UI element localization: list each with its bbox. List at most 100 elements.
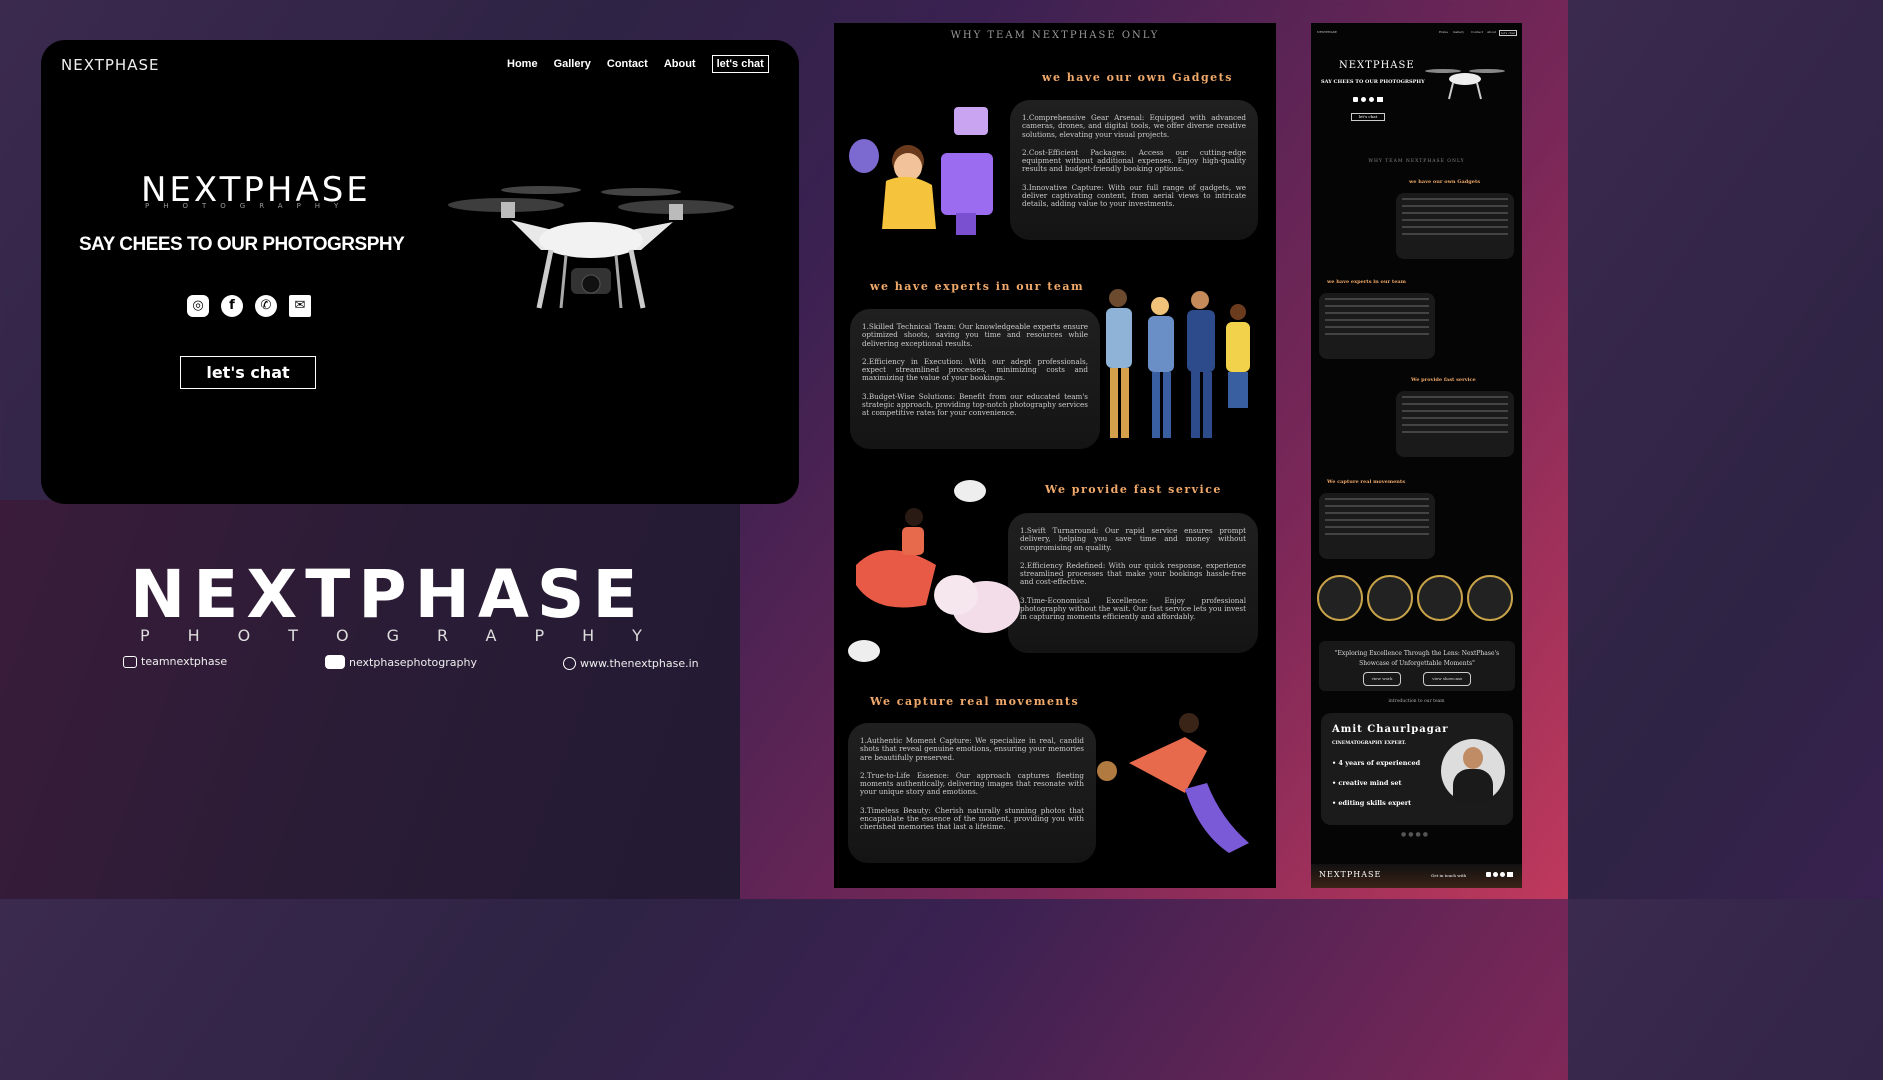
section-heading-fast: We provide fast service bbox=[1045, 483, 1222, 496]
brand-sub: PHOTOGRAPHY bbox=[140, 626, 680, 645]
experts-card: 1.Skilled Technical Team: Our knowledgea… bbox=[850, 309, 1100, 449]
real-card: 1.Authentic Moment Capture: We specializ… bbox=[848, 723, 1096, 863]
view-work-button[interactable]: view work bbox=[1362, 672, 1402, 686]
mini-nav-home[interactable]: Home bbox=[1439, 30, 1448, 34]
quote-text: "Exploring Excellence Through the Lens: … bbox=[1334, 650, 1500, 667]
expert-point: • editing skills expert bbox=[1332, 799, 1412, 807]
youtube-handle: nextphasephotography bbox=[349, 655, 477, 669]
mini-heading-3: We provide fast service bbox=[1411, 377, 1476, 383]
gadgets-item-1: 1.Comprehensive Gear Arsenal: Equipped w… bbox=[1022, 113, 1246, 139]
youtube-icon bbox=[325, 655, 345, 669]
mail-icon[interactable]: ✉ bbox=[289, 295, 311, 317]
feature-circle-2[interactable] bbox=[1367, 575, 1413, 621]
main-nav: Home Gallery Contact About let's chat bbox=[507, 55, 769, 73]
mini-chat-button[interactable]: let's chat bbox=[1351, 113, 1385, 121]
instagram-icon[interactable]: ◎ bbox=[187, 295, 209, 317]
footer-social bbox=[1486, 872, 1513, 877]
mini-heading-2: we have experts in our team bbox=[1327, 279, 1406, 285]
expert-title: CINEMATOGRAPHY EXPERT. bbox=[1332, 741, 1406, 746]
mini-nav-contact[interactable]: Contact bbox=[1471, 30, 1483, 34]
mini-drone bbox=[1425, 69, 1505, 100]
view-showcase-button[interactable]: view showcase bbox=[1423, 672, 1472, 686]
mini-nav-gallery[interactable]: Gallery bbox=[1453, 30, 1464, 34]
mail-icon[interactable] bbox=[1377, 97, 1383, 102]
mini-heading-4: We capture real movements bbox=[1327, 479, 1406, 485]
expert-name: Amit Chaurlpagar bbox=[1332, 724, 1449, 735]
panel-title: WHY TEAM NEXTPHASE ONLY bbox=[950, 30, 1160, 41]
expert-points: • 4 years of experienced • creative mind… bbox=[1332, 753, 1420, 813]
section-heading-experts: we have experts in our team bbox=[870, 280, 1085, 293]
instagram-link[interactable]: teamnextphase bbox=[123, 655, 227, 668]
feature-circle-3[interactable] bbox=[1417, 575, 1463, 621]
jumping-illustration bbox=[1097, 713, 1249, 853]
section-heading-gadgets: we have our own Gadgets bbox=[1042, 71, 1233, 84]
rocket-illustration bbox=[848, 480, 1020, 662]
gadgets-card: 1.Comprehensive Gear Arsenal: Equipped w… bbox=[1010, 100, 1258, 240]
section-heading-real: We capture real movements bbox=[870, 695, 1080, 708]
showcase-quote: "Exploring Excellence Through the Lens: … bbox=[1319, 641, 1515, 691]
nav-logo[interactable]: NEXTPHASE bbox=[61, 56, 159, 74]
expert-point: • creative mind set bbox=[1332, 779, 1402, 787]
nav-chat-button[interactable]: let's chat bbox=[711, 55, 769, 73]
experts-item-1: 1.Skilled Technical Team: Our knowledgea… bbox=[862, 322, 1088, 348]
mini-footer: NEXTPHASE Get in touch with bbox=[1311, 864, 1522, 888]
carousel-dots[interactable]: ●●●● bbox=[1401, 831, 1430, 838]
fast-item-1: 1.Swift Turnaround: Our rapid service en… bbox=[1020, 526, 1246, 552]
nav-gallery[interactable]: Gallery bbox=[554, 58, 591, 70]
gadgets-item-2: 2.Cost-Efficient Packages: Access our cu… bbox=[1022, 147, 1246, 174]
gadgets-illustration bbox=[849, 107, 993, 235]
mini-nav-about[interactable]: About bbox=[1487, 30, 1496, 34]
mini-nav-logo[interactable]: NEXTPHASE bbox=[1317, 30, 1337, 34]
hero-logo-sub: PHOTOGRAPHY bbox=[145, 202, 353, 210]
fast-card: 1.Swift Turnaround: Our rapid service en… bbox=[1008, 513, 1258, 653]
mini-card-3 bbox=[1396, 391, 1514, 457]
fast-item-2: 2.Efficiency Redefined: With our quick r… bbox=[1020, 560, 1246, 587]
feature-circle-4[interactable] bbox=[1467, 575, 1513, 621]
expert-card: Amit Chaurlpagar CINEMATOGRAPHY EXPERT. … bbox=[1321, 713, 1513, 825]
experts-item-2: 2.Efficiency in Execution: With our adep… bbox=[862, 356, 1088, 383]
whatsapp-icon[interactable] bbox=[1500, 872, 1505, 877]
fast-item-3: 3.Time-Economical Excellence: Enjoy prof… bbox=[1020, 595, 1246, 622]
website-link[interactable]: www.thenextphase.in bbox=[563, 657, 699, 670]
hero-tagline: SAY CHEES TO OUR PHOTOGRSPHY bbox=[79, 234, 405, 255]
drone-image bbox=[448, 186, 734, 309]
experts-illustration bbox=[1106, 289, 1250, 438]
globe-icon bbox=[563, 657, 576, 670]
facebook-icon[interactable]: f bbox=[221, 295, 243, 317]
instagram-icon bbox=[123, 655, 137, 668]
mini-card-4 bbox=[1319, 493, 1435, 559]
intro-heading: introduction to our team bbox=[1388, 699, 1445, 704]
lets-chat-button[interactable]: let's chat bbox=[180, 356, 316, 389]
brand-logo: NEXTPHASE bbox=[130, 556, 646, 633]
mini-tagline: SAY CHEES TO OUR PHOTOGRSPHY bbox=[1321, 79, 1425, 85]
mini-nav-chat[interactable]: let's chat bbox=[1499, 30, 1517, 36]
facebook-icon[interactable] bbox=[1361, 97, 1366, 102]
mini-title: WHY TEAM NEXTPHASE ONLY bbox=[1368, 159, 1465, 164]
youtube-link[interactable]: nextphasephotography bbox=[325, 655, 477, 669]
experts-item-3: 3.Budget-Wise Solutions: Benefit from ou… bbox=[862, 391, 1088, 418]
nav-home[interactable]: Home bbox=[507, 58, 538, 70]
mini-social bbox=[1353, 97, 1383, 102]
nav-about[interactable]: About bbox=[664, 58, 696, 70]
instagram-handle: teamnextphase bbox=[141, 655, 228, 668]
social-icons: ◎ f ✆ ✉ bbox=[187, 295, 311, 317]
mini-heading-1: we have our own Gadgets bbox=[1409, 179, 1481, 185]
real-item-3: 3.Timeless Beauty: Cherish naturally stu… bbox=[860, 805, 1084, 832]
instagram-icon[interactable] bbox=[1353, 97, 1358, 102]
gadgets-item-3: 3.Innovative Capture: With our full rang… bbox=[1022, 182, 1246, 209]
mini-card-2 bbox=[1319, 293, 1435, 359]
instagram-icon[interactable] bbox=[1486, 872, 1491, 877]
mobile-preview: NEXTPHASE Home Gallery Contact About let… bbox=[1311, 23, 1522, 888]
website-url: www.thenextphase.in bbox=[580, 657, 699, 670]
facebook-icon[interactable] bbox=[1493, 872, 1498, 877]
expert-point: • 4 years of experienced bbox=[1332, 759, 1421, 767]
expert-avatar bbox=[1441, 739, 1505, 803]
hero-mockup: NEXTPHASE Home Gallery Contact About let… bbox=[41, 40, 799, 504]
feature-circle-1[interactable] bbox=[1317, 575, 1363, 621]
whatsapp-icon[interactable]: ✆ bbox=[255, 295, 277, 317]
whatsapp-icon[interactable] bbox=[1369, 97, 1374, 102]
footer-text: Get in touch with bbox=[1431, 873, 1467, 878]
nav-contact[interactable]: Contact bbox=[607, 58, 648, 70]
why-panel: WHY TEAM NEXTPHASE ONLY we have our own … bbox=[834, 23, 1276, 888]
mail-icon[interactable] bbox=[1507, 872, 1513, 877]
